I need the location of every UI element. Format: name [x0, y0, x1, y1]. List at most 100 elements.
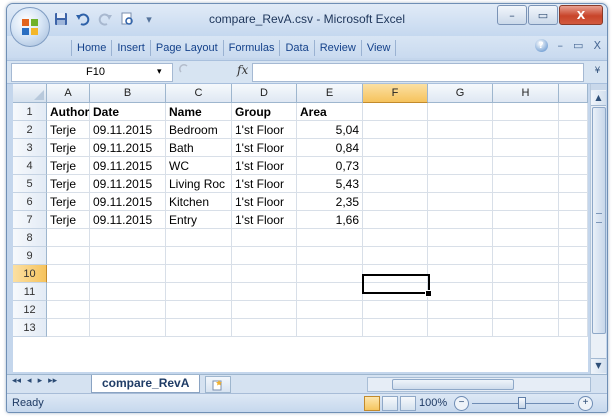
empty-cell[interactable]: [559, 301, 588, 319]
data-cell[interactable]: 5,43: [297, 175, 363, 193]
data-cell[interactable]: Living Roc: [166, 175, 232, 193]
column-header-f[interactable]: F: [363, 84, 428, 103]
tab-formulas[interactable]: Formulas: [224, 40, 281, 56]
empty-cell[interactable]: [232, 301, 297, 319]
zoom-out-button[interactable]: −: [454, 396, 469, 411]
empty-cell[interactable]: [559, 121, 588, 139]
data-cell[interactable]: 09.11.2015: [90, 193, 166, 211]
data-cell[interactable]: 2,35: [297, 193, 363, 211]
empty-cell[interactable]: [493, 229, 559, 247]
data-cell[interactable]: 09.11.2015: [90, 121, 166, 139]
first-sheet-icon[interactable]: ◂◂: [12, 376, 21, 386]
tab-review[interactable]: Review: [315, 40, 362, 56]
empty-cell[interactable]: [90, 265, 166, 283]
workbook-minimize-button[interactable]: –: [558, 39, 564, 52]
data-cell[interactable]: 5,04: [297, 121, 363, 139]
column-header-c[interactable]: C: [166, 84, 232, 103]
empty-cell[interactable]: [428, 283, 493, 301]
row-header-10[interactable]: 10: [13, 265, 47, 283]
empty-cell[interactable]: [428, 229, 493, 247]
header-cell[interactable]: Author: [47, 103, 90, 121]
office-button[interactable]: [10, 7, 50, 47]
empty-cell[interactable]: [166, 319, 232, 337]
empty-cell[interactable]: [363, 193, 428, 211]
empty-cell[interactable]: [428, 103, 493, 121]
data-cell[interactable]: Kitchen: [166, 193, 232, 211]
workbook-close-button[interactable]: X: [593, 39, 601, 52]
empty-cell[interactable]: [493, 283, 559, 301]
vertical-scrollbar[interactable]: ▲ ▼: [590, 84, 606, 374]
empty-cell[interactable]: [363, 247, 428, 265]
empty-cell[interactable]: [47, 301, 90, 319]
empty-cell[interactable]: [493, 121, 559, 139]
empty-cell[interactable]: [428, 193, 493, 211]
data-cell[interactable]: 0,73: [297, 157, 363, 175]
page-layout-view-button[interactable]: [382, 396, 398, 411]
empty-cell[interactable]: [232, 229, 297, 247]
empty-cell[interactable]: [363, 103, 428, 121]
formula-input[interactable]: [252, 63, 584, 82]
empty-cell[interactable]: [428, 247, 493, 265]
header-cell[interactable]: Area: [297, 103, 363, 121]
empty-cell[interactable]: [232, 247, 297, 265]
empty-cell[interactable]: [559, 103, 588, 121]
column-header-b[interactable]: B: [90, 84, 166, 103]
empty-cell[interactable]: [166, 265, 232, 283]
column-header-a[interactable]: A: [47, 84, 90, 103]
empty-cell[interactable]: [47, 229, 90, 247]
empty-cell[interactable]: [47, 247, 90, 265]
empty-cell[interactable]: [47, 265, 90, 283]
restore-button[interactable]: ▭: [528, 5, 558, 25]
empty-cell[interactable]: [428, 121, 493, 139]
empty-cell[interactable]: [493, 193, 559, 211]
last-sheet-icon[interactable]: ▸▸: [48, 376, 57, 386]
empty-cell[interactable]: [559, 283, 588, 301]
data-cell[interactable]: Terje: [47, 175, 90, 193]
vertical-scroll-thumb[interactable]: [592, 107, 606, 334]
empty-cell[interactable]: [363, 175, 428, 193]
empty-cell[interactable]: [493, 301, 559, 319]
data-cell[interactable]: Bath: [166, 139, 232, 157]
row-header-3[interactable]: 3: [13, 139, 47, 157]
empty-cell[interactable]: [297, 229, 363, 247]
empty-cell[interactable]: [493, 175, 559, 193]
data-cell[interactable]: 1'st Floor: [232, 121, 297, 139]
prev-sheet-icon[interactable]: ◂: [27, 376, 32, 386]
data-cell[interactable]: Terje: [47, 121, 90, 139]
empty-cell[interactable]: [493, 319, 559, 337]
empty-cell[interactable]: [166, 229, 232, 247]
data-cell[interactable]: Entry: [166, 211, 232, 229]
empty-cell[interactable]: [363, 157, 428, 175]
split-handle[interactable]: [591, 84, 606, 90]
column-header-e[interactable]: E: [297, 84, 363, 103]
empty-cell[interactable]: [428, 301, 493, 319]
empty-cell[interactable]: [297, 301, 363, 319]
empty-cell[interactable]: [47, 283, 90, 301]
column-header-d[interactable]: D: [232, 84, 297, 103]
empty-cell[interactable]: [297, 247, 363, 265]
empty-cell[interactable]: [297, 283, 363, 301]
scroll-up-icon[interactable]: ▲: [591, 91, 606, 106]
data-cell[interactable]: 09.11.2015: [90, 157, 166, 175]
data-cell[interactable]: 1'st Floor: [232, 175, 297, 193]
data-cell[interactable]: Terje: [47, 211, 90, 229]
empty-cell[interactable]: [47, 319, 90, 337]
zoom-in-button[interactable]: +: [578, 396, 593, 411]
next-sheet-icon[interactable]: ▸: [38, 376, 43, 386]
row-header-12[interactable]: 12: [13, 301, 47, 319]
data-cell[interactable]: 0,84: [297, 139, 363, 157]
row-header-5[interactable]: 5: [13, 175, 47, 193]
empty-cell[interactable]: [363, 229, 428, 247]
empty-cell[interactable]: [559, 229, 588, 247]
column-header-h[interactable]: H: [493, 84, 559, 103]
data-cell[interactable]: 1'st Floor: [232, 193, 297, 211]
row-header-6[interactable]: 6: [13, 193, 47, 211]
empty-cell[interactable]: [559, 175, 588, 193]
tab-view[interactable]: View: [362, 40, 397, 56]
horizontal-scroll-thumb[interactable]: [392, 379, 514, 390]
expand-formula-bar-icon[interactable]: ¥: [591, 63, 604, 80]
empty-cell[interactable]: [428, 211, 493, 229]
empty-cell[interactable]: [232, 319, 297, 337]
data-cell[interactable]: 09.11.2015: [90, 211, 166, 229]
header-cell[interactable]: Group: [232, 103, 297, 121]
